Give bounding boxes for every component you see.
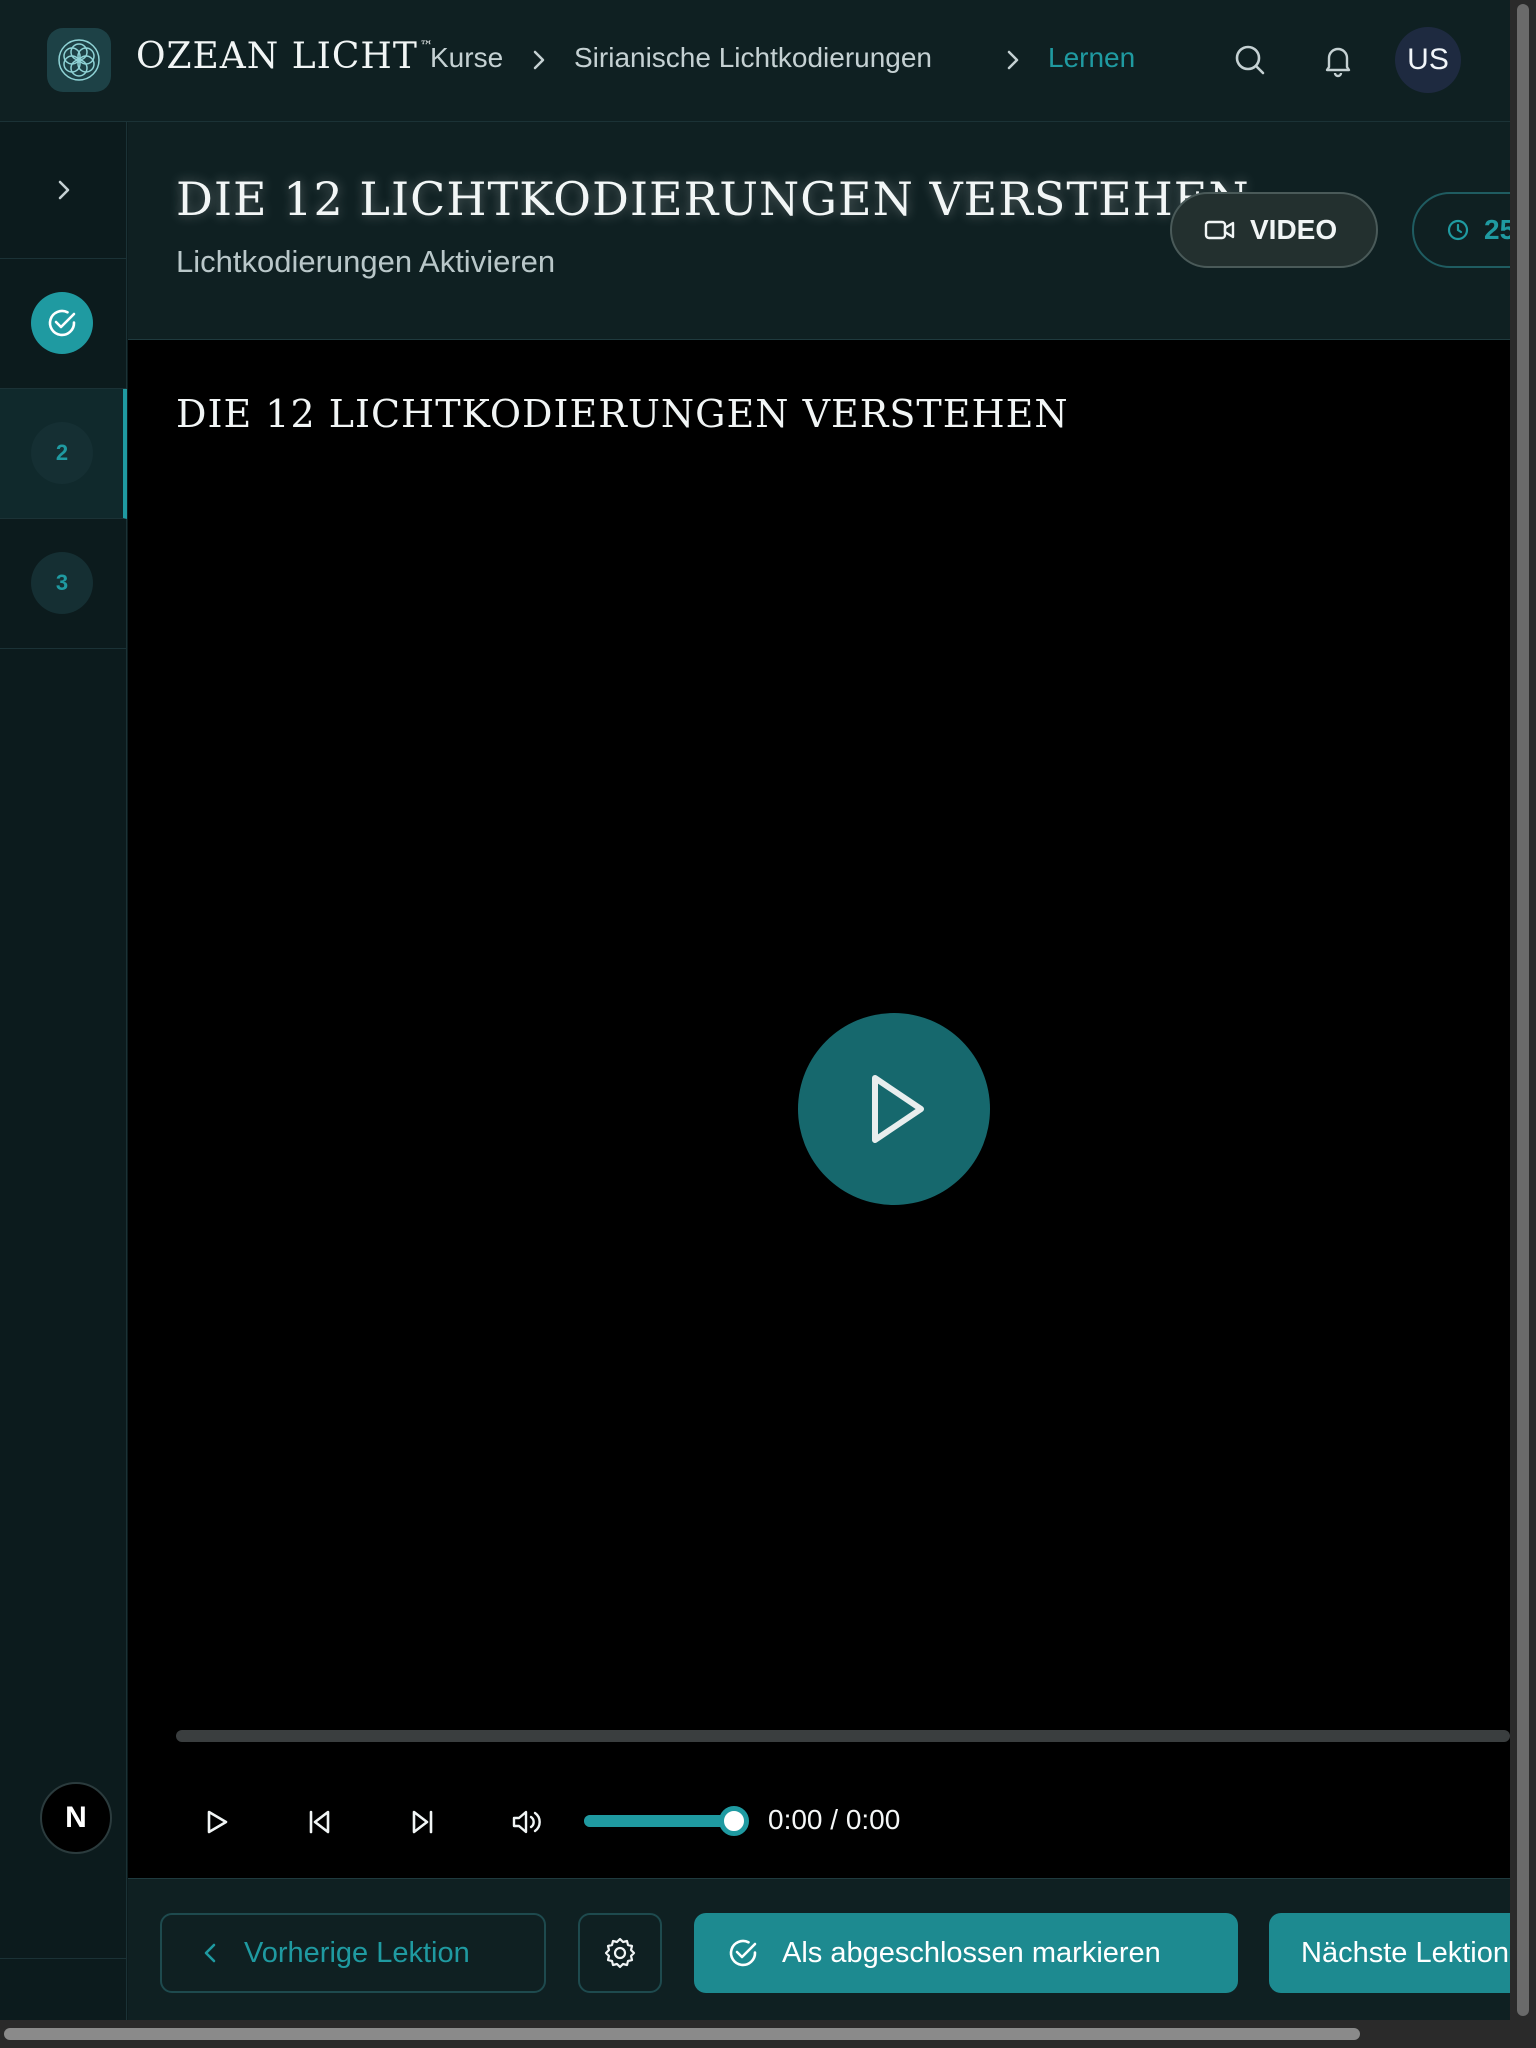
play-button[interactable]: [196, 1802, 236, 1842]
next-lesson-label: Nächste Lektion: [1301, 1936, 1509, 1969]
video-progress-bar[interactable]: [176, 1730, 1510, 1742]
sidebar-lesson-2[interactable]: 2: [0, 389, 127, 519]
check-circle-icon: [729, 1939, 757, 1967]
sidebar-lesson-1[interactable]: [0, 259, 127, 389]
settings-button[interactable]: [578, 1913, 662, 1993]
play-icon: [872, 1075, 924, 1143]
gear-icon: [604, 1937, 636, 1969]
chevron-right-icon: [1007, 50, 1019, 70]
vertical-scrollbar-thumb[interactable]: [1517, 4, 1529, 2016]
lesson-title: DIE 12 LICHTKODIERUNGEN VERSTEHEN: [176, 172, 1250, 226]
breadcrumb-current[interactable]: Lernen: [1048, 42, 1135, 74]
brand-logo-icon[interactable]: [47, 28, 111, 92]
vertical-scrollbar[interactable]: [1510, 0, 1536, 2048]
next-lesson-button[interactable]: Nächste Lektion: [1269, 1913, 1536, 1993]
chevron-right-icon: [533, 50, 545, 70]
chevron-right-icon: [58, 180, 69, 200]
lesson-sidebar: 2 3: [0, 122, 127, 2048]
top-header: OZEAN LICHT ™ Kurse Sirianische Lichtkodi…: [0, 0, 1510, 122]
search-icon[interactable]: [1230, 40, 1270, 80]
breadcrumb-kurse[interactable]: Kurse: [430, 42, 503, 74]
completed-check-icon: [31, 292, 93, 354]
volume-icon: [512, 1810, 541, 1834]
lesson-navigation: Vorherige Lektion Als abgeschlossen mark…: [128, 1878, 1536, 2020]
lesson-number: 3: [31, 552, 93, 614]
volume-button[interactable]: [507, 1802, 547, 1842]
sidebar-lesson-3[interactable]: 3: [0, 519, 127, 649]
horizontal-scrollbar-thumb[interactable]: [4, 2028, 1360, 2040]
brand-text: OZEAN LICHT: [136, 36, 418, 77]
video-camera-icon: [1204, 220, 1235, 240]
video-type-label: VIDEO: [1250, 214, 1338, 245]
dev-tools-badge[interactable]: N: [40, 1782, 112, 1854]
lesson-number: 2: [31, 422, 93, 484]
lesson-header: DIE 12 LICHTKODIERUNGEN VERSTEHEN Lichtk…: [128, 122, 1536, 340]
play-icon: [207, 1810, 228, 1834]
play-button-large[interactable]: [798, 1013, 990, 1205]
sidebar-expand-button[interactable]: [0, 122, 127, 259]
skip-back-button[interactable]: [299, 1802, 339, 1842]
user-avatar[interactable]: US: [1395, 27, 1461, 93]
bell-icon[interactable]: [1318, 40, 1358, 80]
previous-lesson-label: Vorherige Lektion: [244, 1936, 470, 1969]
skip-back-icon: [309, 1810, 330, 1834]
video-player[interactable]: DIE 12 LICHTKODIERUNGEN VERSTEHEN 0:00 /…: [128, 340, 1510, 1878]
mark-complete-button[interactable]: Als abgeschlossen markieren: [694, 1913, 1238, 1993]
learning-app: OZEAN LICHT ™ Kurse Sirianische Lichtkodi…: [0, 0, 1536, 2048]
volume-slider-handle[interactable]: [719, 1806, 749, 1836]
previous-lesson-button[interactable]: Vorherige Lektion: [160, 1913, 546, 1993]
volume-slider-fill: [584, 1815, 734, 1827]
video-type-badge[interactable]: VIDEO: [1170, 192, 1378, 268]
mark-complete-label: Als abgeschlossen markieren: [782, 1936, 1161, 1969]
divider: [0, 1958, 127, 1959]
volume-slider[interactable]: [584, 1806, 749, 1836]
horizontal-scrollbar[interactable]: [0, 2020, 1510, 2048]
skip-forward-button[interactable]: [403, 1802, 443, 1842]
brand-name[interactable]: OZEAN LICHT ™: [136, 36, 434, 77]
chevron-left-icon: [204, 1943, 216, 1963]
video-title: DIE 12 LICHTKODIERUNGEN VERSTEHEN: [176, 392, 1069, 436]
skip-forward-icon: [412, 1810, 433, 1834]
lesson-subtitle: Lichtkodierungen Aktivieren: [176, 244, 556, 279]
clock-icon: [1447, 219, 1469, 241]
breadcrumb-course[interactable]: Sirianische Lichtkodierungen: [574, 42, 932, 74]
time-display: 0:00 / 0:00: [768, 1804, 901, 1835]
